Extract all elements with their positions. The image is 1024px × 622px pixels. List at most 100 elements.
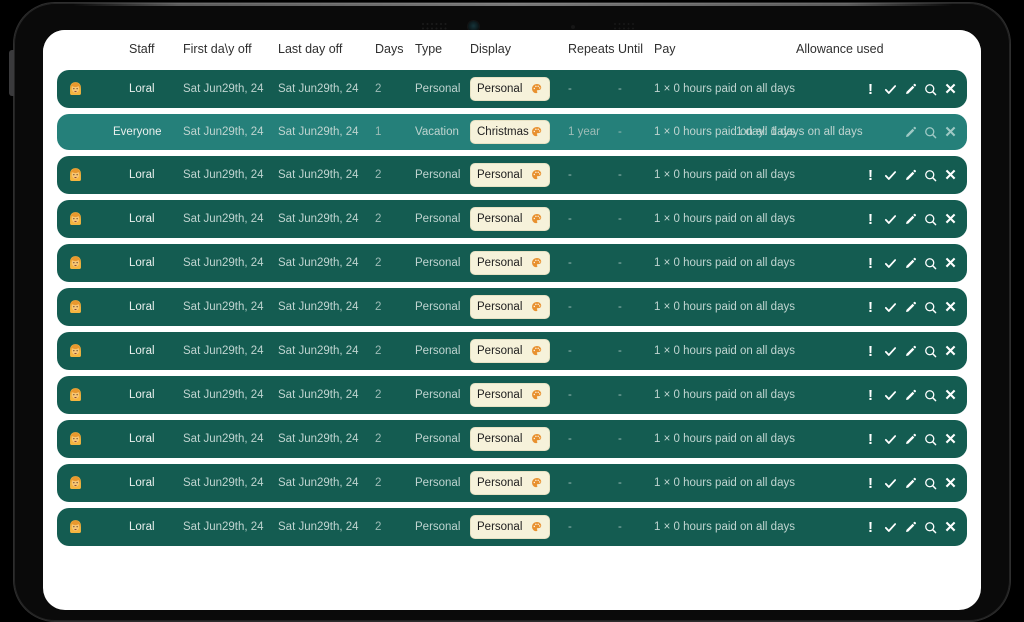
search-icon[interactable] [924, 389, 937, 402]
display-badge-label: Personal [477, 345, 523, 357]
table-row[interactable]: Loral Sat Jun29th, 24 Sat Jun29th, 24 2 Pers… [57, 200, 967, 238]
check-icon[interactable] [884, 257, 897, 270]
table-row[interactable]: Loral Sat Jun29th, 24 Sat Jun29th, 24 2 Pers… [57, 70, 967, 108]
search-icon[interactable] [924, 169, 937, 182]
cell-staff: Loral [129, 169, 155, 181]
close-icon[interactable]: ✕ [944, 388, 957, 403]
cell-until: - [618, 301, 622, 313]
check-icon[interactable] [884, 521, 897, 534]
pencil-icon[interactable] [904, 345, 917, 358]
close-icon[interactable]: ✕ [944, 300, 957, 315]
display-badge[interactable]: Personal [470, 383, 550, 407]
table-row[interactable]: Loral Sat Jun29th, 24 Sat Jun29th, 24 2 Pers… [57, 464, 967, 502]
search-icon[interactable] [924, 477, 937, 490]
cell-last_day: Sat Jun29th, 24 [278, 126, 359, 138]
close-icon[interactable]: ✕ [944, 125, 957, 140]
alert-icon[interactable]: ! [864, 168, 877, 183]
alert-icon[interactable]: ! [864, 344, 877, 359]
alert-icon[interactable]: ! [864, 256, 877, 271]
table-row[interactable]: Loral Sat Jun29th, 24 Sat Jun29th, 24 2 Pers… [57, 508, 967, 546]
cell-type: Personal [415, 301, 461, 313]
check-icon[interactable] [884, 213, 897, 226]
table-row[interactable]: Loral Sat Jun29th, 24 Sat Jun29th, 24 2 Pers… [57, 376, 967, 414]
table-row[interactable]: Loral Sat Jun29th, 24 Sat Jun29th, 24 2 Pers… [57, 288, 967, 326]
column-header-days: Days [375, 42, 404, 56]
display-badge-label: Personal [477, 257, 523, 269]
close-icon[interactable]: ✕ [944, 168, 957, 183]
display-badge-label: Personal [477, 389, 523, 401]
cell-repeats: - [568, 301, 572, 313]
pencil-icon[interactable] [904, 477, 917, 490]
search-icon[interactable] [924, 213, 937, 226]
alert-icon[interactable]: ! [864, 212, 877, 227]
display-badge[interactable]: Personal [470, 471, 550, 495]
search-icon[interactable] [924, 345, 937, 358]
cell-pay: 1 × 0 hours paid on all days [654, 301, 795, 313]
table-row[interactable]: Loral Sat Jun29th, 24 Sat Jun29th, 24 2 Pers… [57, 420, 967, 458]
display-badge[interactable]: Personal [470, 207, 550, 231]
display-badge[interactable]: Personal [470, 77, 550, 101]
table-row[interactable]: Everyone Sat Jun29th, 24 Sat Jun29th, 24 1 V… [57, 114, 967, 150]
pencil-icon[interactable] [904, 126, 917, 139]
avatar-woman-icon [70, 82, 81, 96]
check-icon[interactable] [884, 389, 897, 402]
palette-icon [532, 345, 542, 356]
leave-rows-list: Loral Sat Jun29th, 24 Sat Jun29th, 24 2 Pers… [43, 70, 981, 546]
search-icon[interactable] [924, 433, 937, 446]
alert-icon[interactable]: ! [864, 520, 877, 535]
search-icon[interactable] [924, 126, 937, 139]
close-icon[interactable]: ✕ [944, 476, 957, 491]
display-badge[interactable]: Personal [470, 515, 550, 539]
display-badge[interactable]: Personal [470, 339, 550, 363]
close-icon[interactable]: ✕ [944, 520, 957, 535]
check-icon[interactable] [884, 477, 897, 490]
alert-icon[interactable]: ! [864, 82, 877, 97]
pencil-icon[interactable] [904, 433, 917, 446]
table-row[interactable]: Loral Sat Jun29th, 24 Sat Jun29th, 24 2 Pers… [57, 156, 967, 194]
table-row[interactable]: Loral Sat Jun29th, 24 Sat Jun29th, 24 2 Pers… [57, 244, 967, 282]
pencil-icon[interactable] [904, 301, 917, 314]
search-icon[interactable] [924, 83, 937, 96]
pencil-icon[interactable] [904, 521, 917, 534]
pencil-icon[interactable] [904, 83, 917, 96]
display-badge-label: Personal [477, 213, 523, 225]
search-icon[interactable] [924, 257, 937, 270]
close-icon[interactable]: ✕ [944, 212, 957, 227]
close-icon[interactable]: ✕ [944, 344, 957, 359]
alert-icon[interactable]: ! [864, 432, 877, 447]
cell-first_day: Sat Jun29th, 24 [183, 169, 264, 181]
cell-allowance: 1 day: 1 days on all days [736, 126, 863, 138]
palette-icon [532, 433, 542, 444]
close-icon[interactable]: ✕ [944, 256, 957, 271]
check-icon[interactable] [884, 83, 897, 96]
display-badge[interactable]: Personal [470, 163, 550, 187]
close-icon[interactable]: ✕ [944, 82, 957, 97]
search-icon[interactable] [924, 301, 937, 314]
check-icon[interactable] [884, 345, 897, 358]
check-icon[interactable] [884, 301, 897, 314]
display-badge[interactable]: Personal [470, 295, 550, 319]
table-row[interactable]: Loral Sat Jun29th, 24 Sat Jun29th, 24 2 Pers… [57, 332, 967, 370]
cell-last_day: Sat Jun29th, 24 [278, 213, 359, 225]
cell-until: - [618, 257, 622, 269]
display-badge[interactable]: Christmas [470, 120, 550, 144]
pencil-icon[interactable] [904, 213, 917, 226]
display-badge[interactable]: Personal [470, 427, 550, 451]
alert-icon[interactable]: ! [864, 300, 877, 315]
pencil-icon[interactable] [904, 257, 917, 270]
search-icon[interactable] [924, 521, 937, 534]
alert-icon[interactable]: ! [864, 476, 877, 491]
cell-days: 2 [375, 213, 382, 225]
pencil-icon[interactable] [904, 389, 917, 402]
alert-icon[interactable]: ! [864, 388, 877, 403]
volume-button[interactable] [9, 50, 14, 96]
check-icon[interactable] [884, 433, 897, 446]
cell-type: Personal [415, 433, 461, 445]
pencil-icon[interactable] [904, 169, 917, 182]
cell-repeats: - [568, 257, 572, 269]
display-badge[interactable]: Personal [470, 251, 550, 275]
display-badge-label: Personal [477, 521, 523, 533]
check-icon[interactable] [884, 169, 897, 182]
close-icon[interactable]: ✕ [944, 432, 957, 447]
cell-days: 2 [375, 389, 382, 401]
